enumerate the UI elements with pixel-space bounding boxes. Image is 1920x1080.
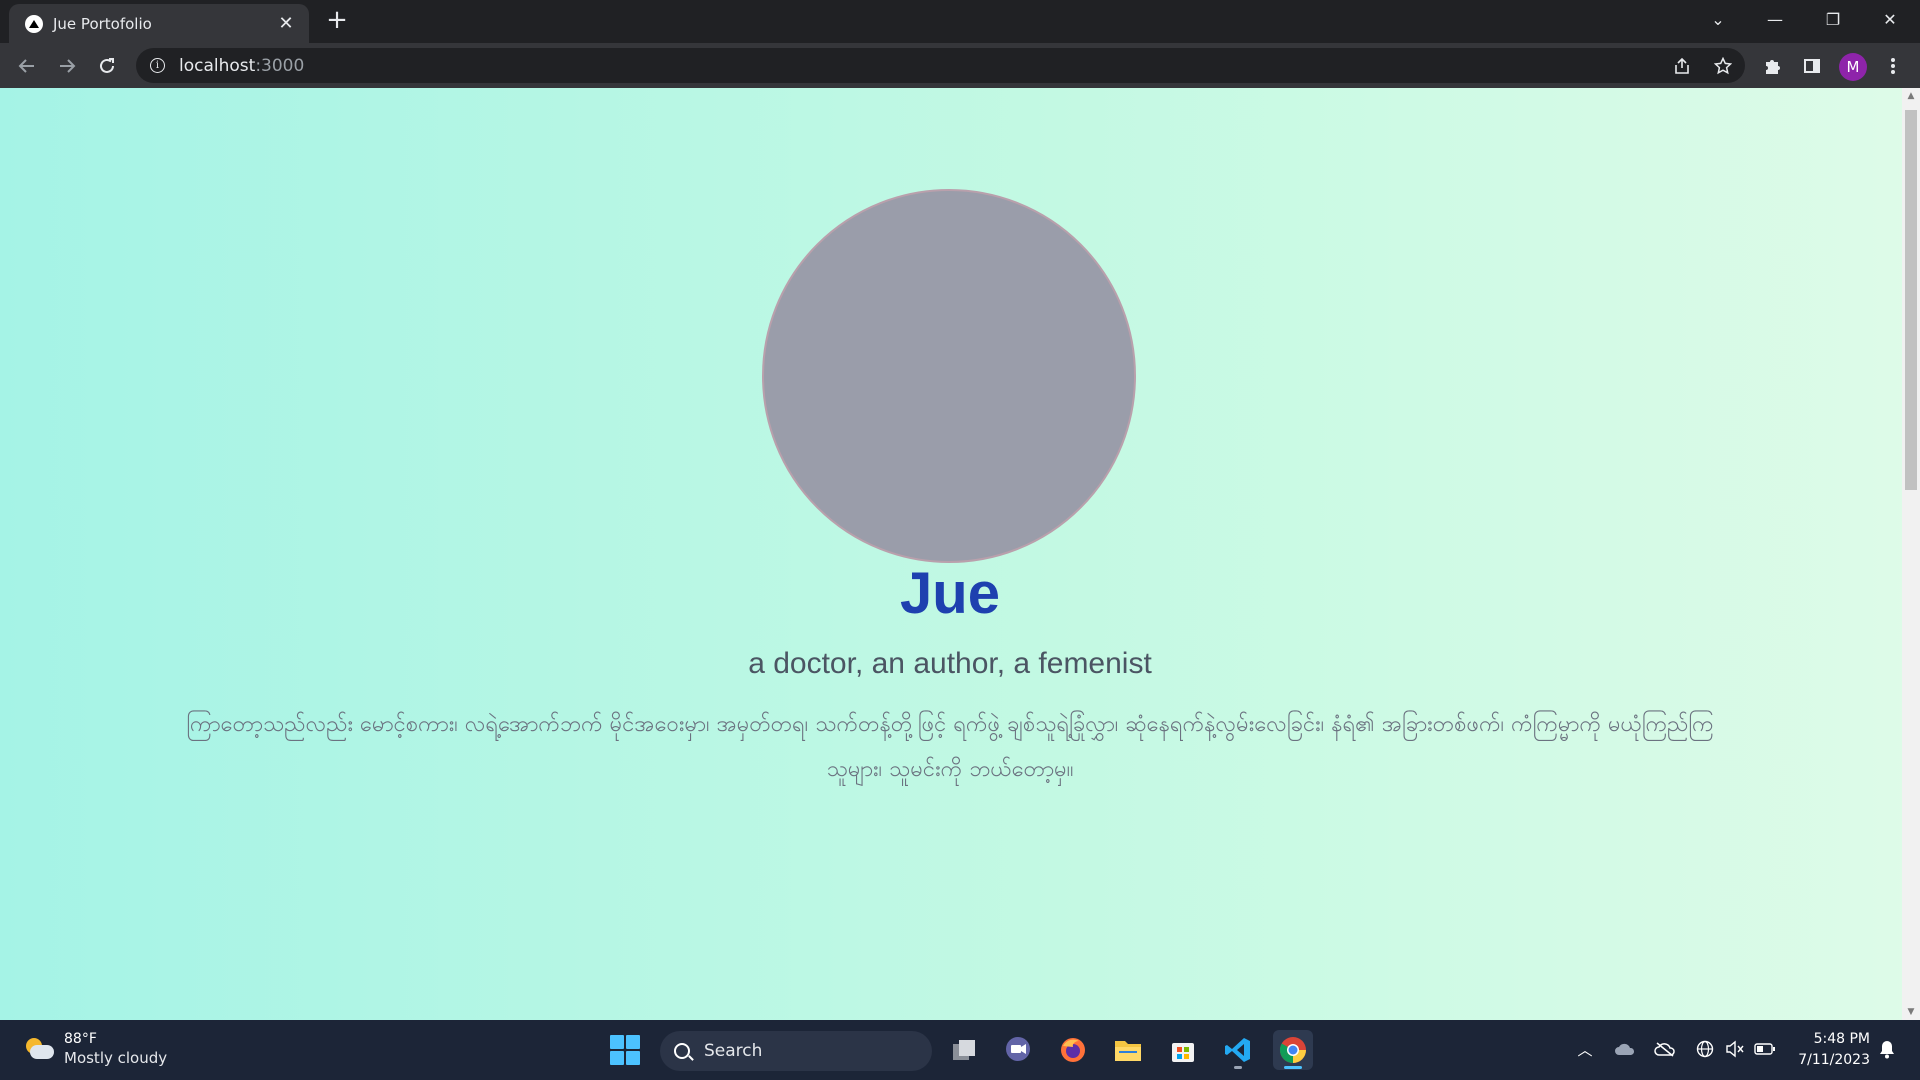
url-host: localhost: [179, 55, 256, 76]
active-app-indicator: [1284, 1066, 1302, 1069]
new-tab-button[interactable]: +: [322, 6, 352, 36]
minimize-icon[interactable]: —: [1747, 0, 1803, 38]
tab-title: Jue Portofolio: [53, 14, 152, 33]
browser-tab-strip: Jue Portofolio ✕ + ⌄ — ❐ ✕: [0, 0, 1920, 43]
file-explorer-icon[interactable]: [1108, 1030, 1148, 1070]
teams-chat-icon[interactable]: [998, 1030, 1038, 1070]
site-info-icon[interactable]: i: [150, 58, 165, 73]
chrome-icon[interactable]: [1273, 1030, 1313, 1070]
window-close-icon[interactable]: ✕: [1862, 0, 1918, 38]
search-label: Search: [704, 1041, 763, 1061]
network-globe-icon[interactable]: [1694, 1038, 1716, 1060]
partly-cloudy-icon: [22, 1036, 54, 1062]
vercel-favicon-icon: [25, 14, 43, 33]
tab-jue-portfolio[interactable]: Jue Portofolio ✕: [9, 4, 309, 43]
microsoft-store-icon[interactable]: [1163, 1030, 1203, 1070]
windows-start-icon[interactable]: [610, 1035, 640, 1065]
profile-avatar[interactable]: M: [1839, 53, 1867, 81]
search-icon: [674, 1043, 690, 1059]
tagline: a doctor, an author, a femenist: [748, 647, 1152, 680]
scrollbar-thumb[interactable]: [1905, 110, 1917, 490]
reload-icon[interactable]: [90, 49, 124, 83]
weather-temperature: 88°F: [64, 1031, 97, 1047]
side-panel-icon[interactable]: [1797, 51, 1827, 81]
vscode-icon[interactable]: [1218, 1030, 1258, 1070]
task-view-icon[interactable]: [944, 1030, 984, 1070]
onedrive-cloud-icon[interactable]: [1614, 1038, 1636, 1060]
system-clock[interactable]: 5:48 PM 7/11/2023: [1790, 1029, 1870, 1071]
forward-arrow-icon[interactable]: [50, 49, 84, 83]
clock-date: 7/11/2023: [1798, 1052, 1870, 1068]
extensions-puzzle-icon[interactable]: [1757, 51, 1787, 81]
show-hidden-icons-chevron-icon[interactable]: ︿: [1574, 1038, 1596, 1060]
tab-search-icon[interactable]: ⌄: [1690, 0, 1746, 38]
cloud-offline-icon[interactable]: [1654, 1038, 1676, 1060]
clock-time: 5:48 PM: [1813, 1031, 1870, 1047]
share-icon[interactable]: [1671, 55, 1693, 77]
notification-bell-icon[interactable]: [1876, 1038, 1898, 1060]
browser-toolbar: i localhost:3000 M: [0, 43, 1920, 88]
taskbar-search[interactable]: Search: [660, 1031, 932, 1071]
vertical-scrollbar[interactable]: ▲ ▼: [1902, 88, 1920, 1020]
weather-widget[interactable]: 88°F Mostly cloudy: [22, 1030, 167, 1067]
scroll-up-arrow-icon[interactable]: ▲: [1902, 88, 1920, 104]
back-arrow-icon[interactable]: [10, 49, 44, 83]
volume-muted-icon[interactable]: [1724, 1038, 1746, 1060]
page-viewport: Jue a doctor, an author, a femenist ကြာတ…: [0, 88, 1920, 1020]
firefox-icon[interactable]: [1053, 1030, 1093, 1070]
scroll-down-arrow-icon[interactable]: ▼: [1902, 1004, 1920, 1020]
weather-description: Mostly cloudy: [64, 1049, 168, 1067]
running-indicator: [1234, 1066, 1242, 1069]
page-title: Jue: [900, 561, 1000, 626]
battery-icon[interactable]: [1754, 1038, 1776, 1060]
bookmark-star-icon[interactable]: [1712, 55, 1734, 77]
profile-photo-placeholder: [762, 189, 1136, 563]
bio-text: ကြာတော့သည်လည်း မောင့်စကား၊ လရဲ့အောက်ဘက် …: [186, 712, 1714, 782]
url-port: :3000: [255, 55, 305, 76]
tab-close-icon[interactable]: ✕: [275, 13, 297, 34]
address-bar[interactable]: i localhost:3000: [136, 48, 1745, 83]
restore-icon[interactable]: ❐: [1805, 0, 1861, 38]
windows-taskbar: 88°F Mostly cloudy Search ︿ 5:48 PM 7/11…: [0, 1020, 1920, 1080]
browser-menu-icon[interactable]: [1878, 51, 1908, 81]
